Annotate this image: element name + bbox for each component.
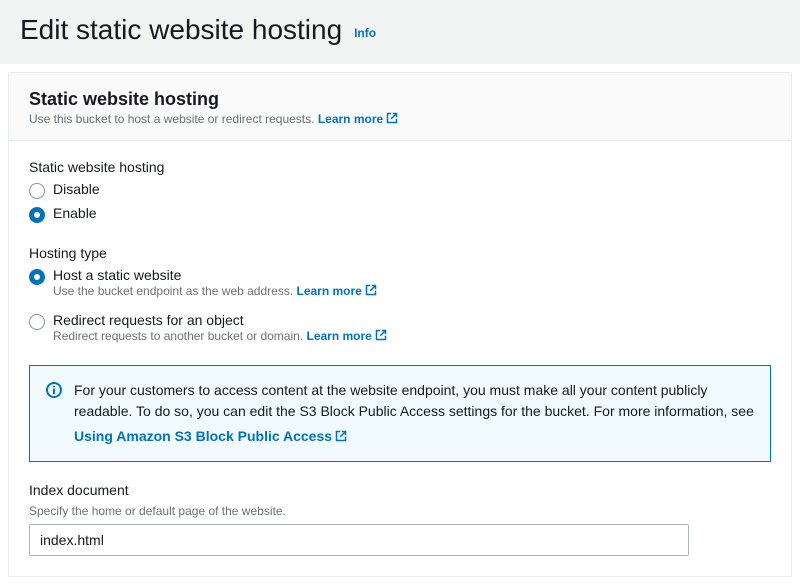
learn-more-link[interactable]: Learn more — [297, 284, 377, 298]
radio-disable[interactable]: Disable — [29, 181, 771, 199]
external-link-icon — [386, 112, 398, 124]
radio-redirect[interactable]: Redirect requests for an object Redirect… — [29, 312, 771, 343]
radio-label-disable: Disable — [53, 181, 100, 197]
hosting-toggle-label: Static website hosting — [29, 159, 771, 175]
learn-more-link[interactable]: Learn more — [306, 329, 386, 343]
radio-host-static[interactable]: Host a static website Use the bucket end… — [29, 267, 771, 298]
panel-title: Static website hosting — [29, 89, 771, 110]
panel-description: Use this bucket to host a website or red… — [29, 112, 771, 126]
radio-sublabel-host-static: Use the bucket endpoint as the web addre… — [53, 284, 377, 298]
index-document-label: Index document — [29, 482, 771, 498]
index-document-sublabel: Specify the home or default page of the … — [29, 504, 771, 518]
radio-circle-icon — [29, 269, 45, 285]
panel-body: Static website hosting Disable Enable Ho… — [9, 141, 791, 576]
info-icon — [46, 382, 62, 398]
radio-circle-icon — [29, 314, 45, 330]
static-hosting-panel: Static website hosting Use this bucket t… — [8, 72, 792, 577]
radio-label-enable: Enable — [53, 205, 97, 221]
radio-enable[interactable]: Enable — [29, 205, 771, 223]
page-title: Edit static website hosting — [20, 14, 342, 45]
info-box: For your customers to access content at … — [29, 365, 771, 462]
radio-circle-icon — [29, 207, 45, 223]
hosting-toggle-group: Disable Enable — [29, 181, 771, 223]
page-header: Edit static website hosting Info — [0, 0, 800, 64]
panel-description-text: Use this bucket to host a website or red… — [29, 112, 318, 126]
panel-header: Static website hosting Use this bucket t… — [9, 73, 791, 141]
radio-sublabel-redirect: Redirect requests to another bucket or d… — [53, 329, 387, 343]
radio-label-redirect: Redirect requests for an object — [53, 312, 387, 328]
external-link-icon — [335, 430, 347, 442]
block-public-access-link[interactable]: Using Amazon S3 Block Public Access — [74, 426, 754, 447]
hosting-type-label: Hosting type — [29, 245, 771, 261]
learn-more-link[interactable]: Learn more — [318, 112, 398, 126]
external-link-icon — [375, 329, 387, 341]
info-box-text: For your customers to access content at … — [74, 380, 754, 447]
radio-circle-icon — [29, 183, 45, 199]
radio-label-host-static: Host a static website — [53, 267, 377, 283]
info-link[interactable]: Info — [354, 26, 376, 40]
index-document-input[interactable] — [29, 524, 689, 556]
external-link-icon — [365, 284, 377, 296]
hosting-type-group: Host a static website Use the bucket end… — [29, 267, 771, 343]
